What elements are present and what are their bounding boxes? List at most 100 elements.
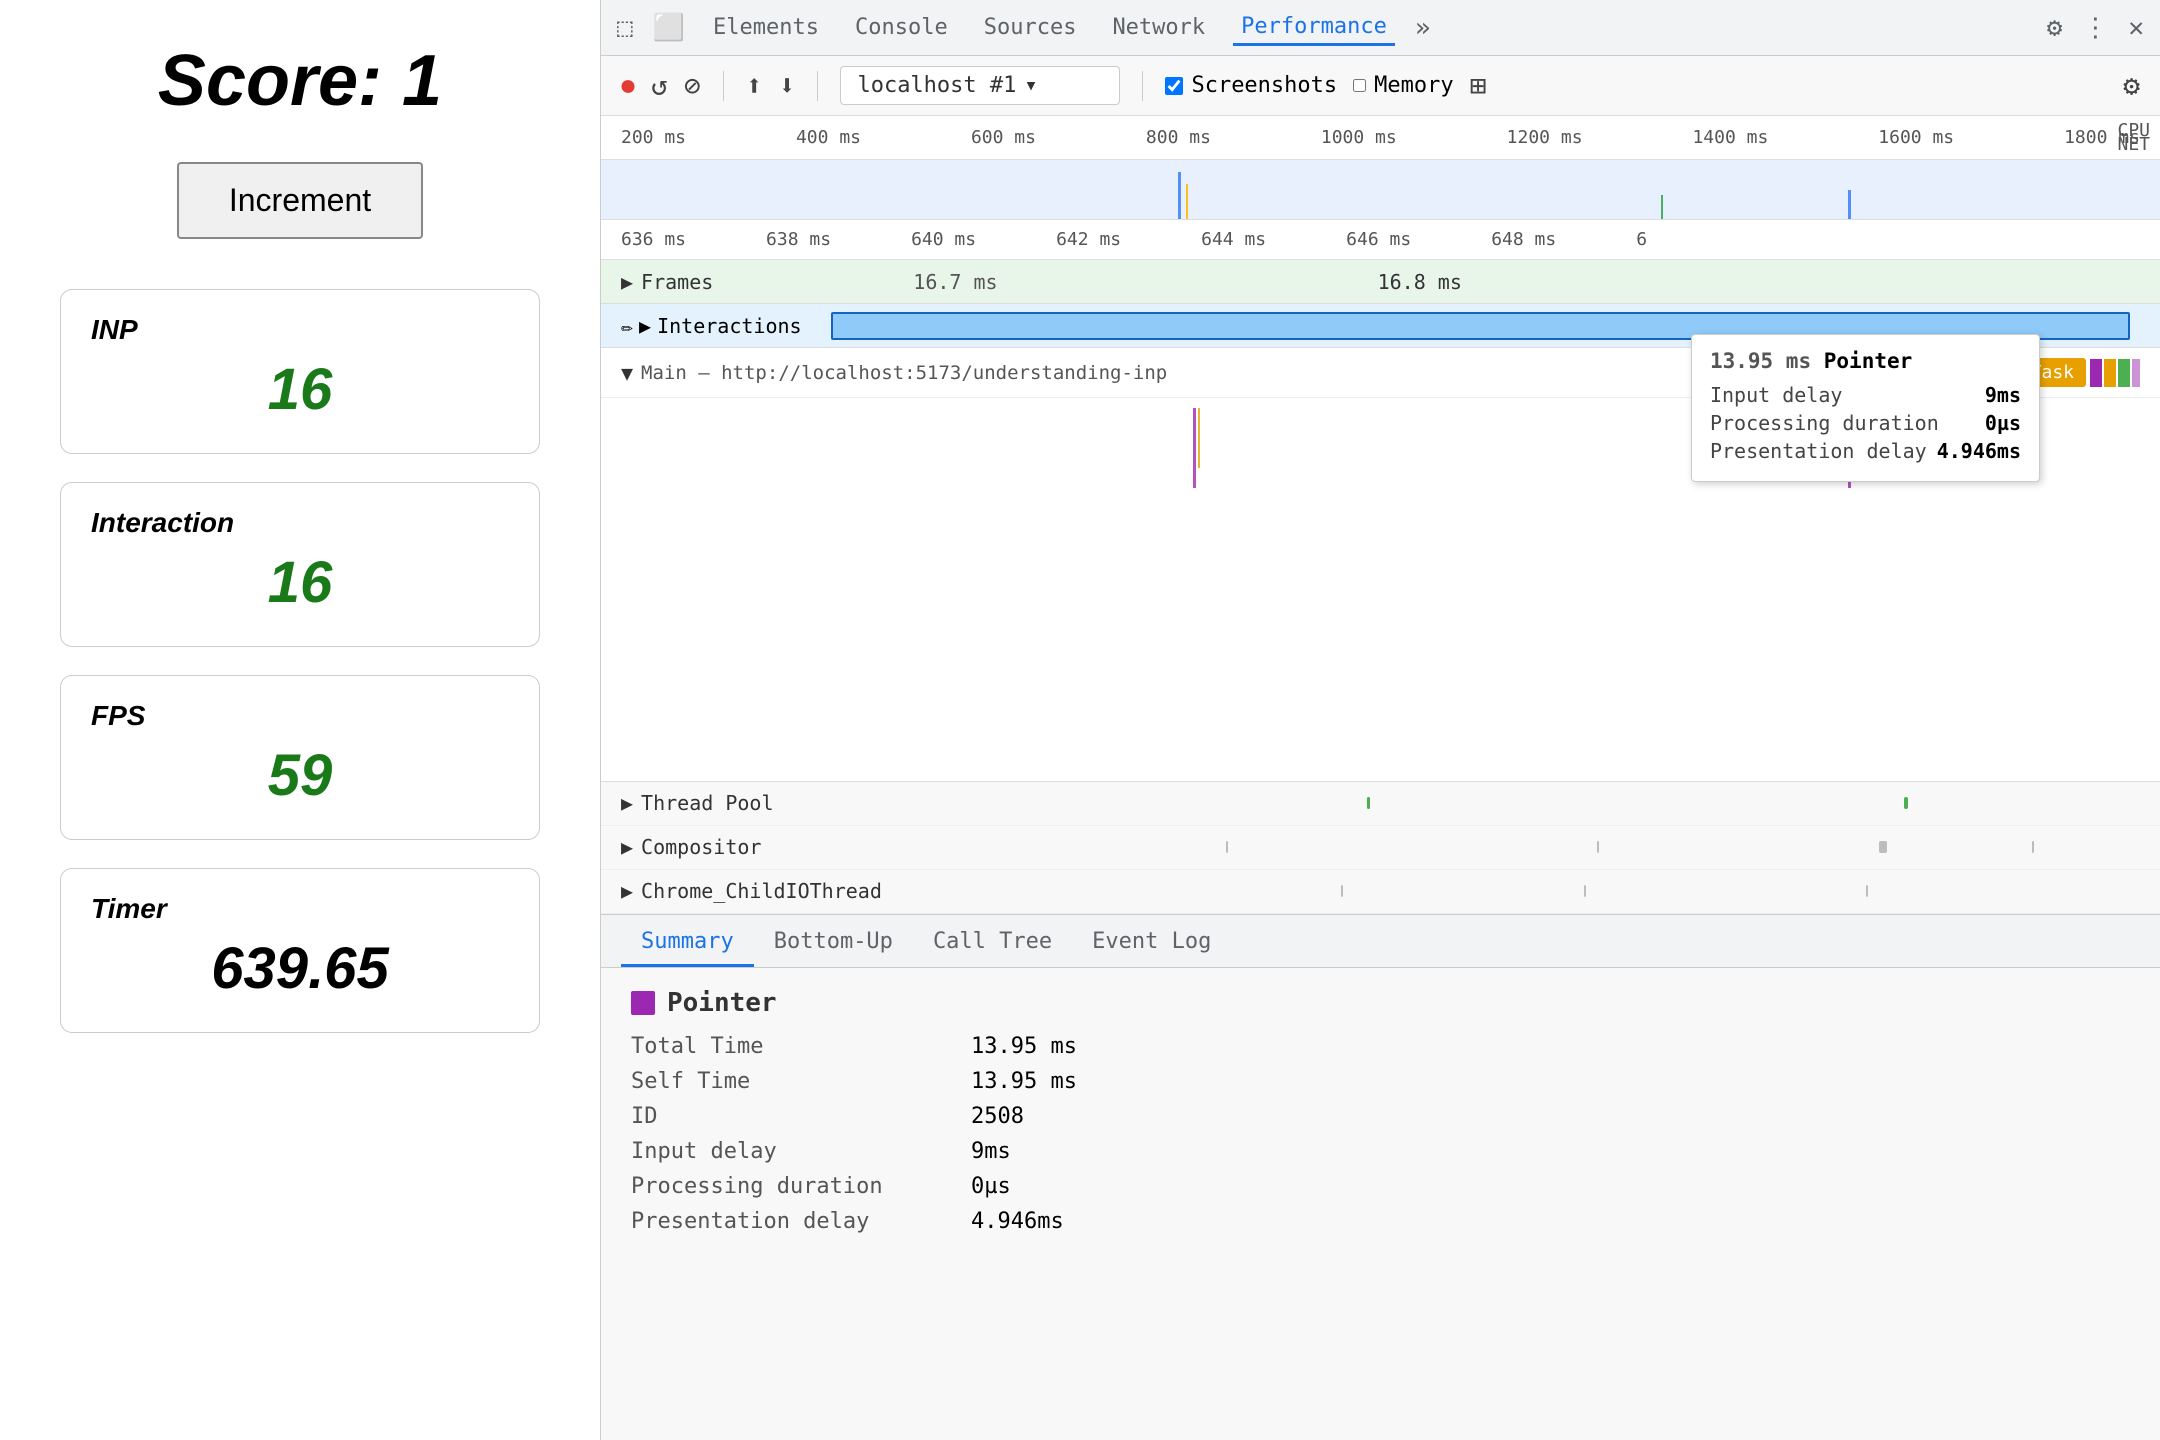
screenshots-checkbox[interactable] xyxy=(1165,77,1183,95)
cpu-spike-3 xyxy=(1661,195,1663,219)
cpu-spike-main xyxy=(1178,172,1181,219)
tooltip-input-delay: Input delay 9ms xyxy=(1710,383,2021,407)
interaction-tooltip: 13.95 ms Pointer Input delay 9ms Process… xyxy=(1691,334,2040,482)
childio-bar-3 xyxy=(1866,885,1868,897)
tab-console[interactable]: Console xyxy=(847,11,956,44)
download-icon[interactable]: ⬇ xyxy=(779,69,796,102)
devtools-tabbar: ⬚ ⬜ Elements Console Sources Network Per… xyxy=(601,0,2160,56)
inp-label: INP xyxy=(91,314,509,346)
interactions-label: ✏ ▶ Interactions xyxy=(621,314,802,338)
compositor-text: Compositor xyxy=(641,835,761,859)
tick-646: 646 ms xyxy=(1346,229,1411,250)
tick-600: 600 ms xyxy=(971,127,1036,148)
left-panel: Score: 1 Increment INP 16 Interaction 16… xyxy=(0,0,600,1440)
tab-performance[interactable]: Performance xyxy=(1233,10,1395,46)
tick-640: 640 ms xyxy=(911,229,976,250)
tooltip-input-delay-label: Input delay xyxy=(1710,383,1842,407)
summary-processing-duration: Processing duration 0µs xyxy=(631,1174,2130,1199)
memory-checkbox[interactable] xyxy=(1353,79,1366,92)
tick-extra: 6 xyxy=(1636,229,1647,250)
frames-row: ▶ Frames 16.7 ms 16.8 ms xyxy=(601,260,2160,304)
fps-card: FPS 59 xyxy=(60,675,540,840)
thread-pool-bar-1 xyxy=(1367,797,1370,809)
self-time-label: Self Time xyxy=(631,1069,971,1094)
device-icon[interactable]: ⬜ xyxy=(653,13,685,43)
memory-label: Memory xyxy=(1374,73,1453,98)
main-thread-expand[interactable]: ▼ xyxy=(621,361,633,385)
tab-elements[interactable]: Elements xyxy=(705,11,827,44)
capture-icon[interactable]: ⊞ xyxy=(1470,69,1487,102)
childio-label: ▶ Chrome_ChildIOThread xyxy=(621,879,881,903)
tab-sources[interactable]: Sources xyxy=(976,11,1085,44)
thread-pool-text: Thread Pool xyxy=(641,791,773,815)
interaction-card: Interaction 16 xyxy=(60,482,540,647)
summary-presentation-delay: Presentation delay 4.946ms xyxy=(631,1209,2130,1234)
compositor-bar-2 xyxy=(1597,841,1599,853)
tick-1400: 1400 ms xyxy=(1692,127,1768,148)
task-color-bars xyxy=(2090,359,2140,387)
childio-bars xyxy=(881,870,2160,913)
tab-network[interactable]: Network xyxy=(1104,11,1213,44)
summary-type-label: Pointer xyxy=(667,988,777,1018)
interactions-text: Interactions xyxy=(657,314,802,338)
increment-button[interactable]: Increment xyxy=(177,162,423,239)
settings-icon[interactable]: ⚙ xyxy=(2047,13,2063,43)
more-tabs-icon[interactable]: » xyxy=(1415,13,1431,43)
frames-label: Frames xyxy=(641,270,713,294)
childio-bar-1 xyxy=(1341,885,1343,897)
compositor-label: ▶ Compositor xyxy=(621,835,881,859)
url-selector[interactable]: localhost #1 ▾ xyxy=(840,66,1120,105)
timer-label: Timer xyxy=(91,893,509,925)
bottom-tabs: Summary Bottom-Up Call Tree Event Log xyxy=(601,914,2160,968)
inp-value: 16 xyxy=(91,356,509,423)
thread-pool-label: ▶ Thread Pool xyxy=(621,791,881,815)
compositor-bar-3 xyxy=(1879,841,1887,853)
url-text: localhost #1 xyxy=(857,73,1016,98)
reload-icon[interactable]: ↺ xyxy=(651,69,668,102)
cpu-spike-2 xyxy=(1186,184,1188,219)
tooltip-type: Pointer xyxy=(1824,349,1913,373)
record-icon[interactable]: ⏺ xyxy=(621,69,635,103)
frame-timing-2: 16.8 ms xyxy=(1378,270,1462,294)
interaction-value: 16 xyxy=(91,549,509,616)
more-options-icon[interactable]: ⋮ xyxy=(2082,13,2108,43)
interactions-row: ✏ ▶ Interactions 13.95 ms Pointer Input … xyxy=(601,304,2160,348)
thread-pool-bar-2 xyxy=(1904,797,1908,809)
tooltip-presentation-label: Presentation delay xyxy=(1710,439,1927,463)
childio-expand[interactable]: ▶ xyxy=(621,879,633,903)
upload-icon[interactable]: ⬆ xyxy=(746,69,763,102)
tooltip-time: 13.95 ms xyxy=(1710,349,1811,373)
flame-bar-2 xyxy=(1198,408,1200,468)
close-icon[interactable]: ✕ xyxy=(2128,13,2144,43)
tooltip-title: 13.95 ms Pointer xyxy=(1710,349,2021,373)
tab-event-log[interactable]: Event Log xyxy=(1072,919,1231,967)
devtools-panel: ⬚ ⬜ Elements Console Sources Network Per… xyxy=(600,0,2160,1440)
frames-expand[interactable]: ▶ Frames xyxy=(621,270,713,294)
interactions-expand-icon: ▶ xyxy=(639,314,651,338)
tooltip-processing-value: 0µs xyxy=(1985,411,2021,435)
processing-duration-value: 0µs xyxy=(971,1174,1011,1199)
cursor-icon[interactable]: ⬚ xyxy=(617,13,633,43)
total-time-value: 13.95 ms xyxy=(971,1034,1077,1059)
compositor-expand[interactable]: ▶ xyxy=(621,835,633,859)
thread-pool-expand[interactable]: ▶ xyxy=(621,791,633,815)
toolbar-settings-icon[interactable]: ⚙ xyxy=(2123,69,2140,102)
childio-bar-2 xyxy=(1584,885,1586,897)
tick-648: 648 ms xyxy=(1491,229,1556,250)
tab-summary[interactable]: Summary xyxy=(621,919,754,967)
tooltip-presentation: Presentation delay 4.946ms xyxy=(1710,439,2021,463)
ruler-ticks: 200 ms 400 ms 600 ms 800 ms 1000 ms 1200… xyxy=(611,127,2150,148)
cpu-bar-area xyxy=(601,160,2160,220)
fps-label: FPS xyxy=(91,700,509,732)
tab-bottom-up[interactable]: Bottom-Up xyxy=(754,919,913,967)
clear-icon[interactable]: ⊘ xyxy=(684,69,701,102)
tab-call-tree[interactable]: Call Tree xyxy=(913,919,1072,967)
url-dropdown-icon[interactable]: ▾ xyxy=(1024,73,1037,98)
pointer-color-indicator xyxy=(631,991,655,1015)
fps-value: 59 xyxy=(91,742,509,809)
compositor-bars xyxy=(881,826,2160,869)
summary-id: ID 2508 xyxy=(631,1104,2130,1129)
summary-panel: Pointer Total Time 13.95 ms Self Time 13… xyxy=(601,968,2160,1440)
tick-644: 644 ms xyxy=(1201,229,1266,250)
tick-200: 200 ms xyxy=(621,127,686,148)
